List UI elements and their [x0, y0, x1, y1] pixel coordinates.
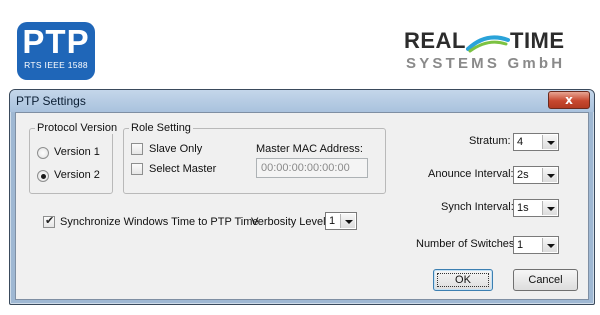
dialog-client-area: Protocol Version Version 1 Version 2 Rol… — [15, 112, 589, 300]
slave-only-checkbox[interactable] — [131, 143, 143, 155]
protocol-version-title: Protocol Version — [35, 122, 120, 134]
stratum-value: 4 — [517, 136, 524, 148]
version-2-label: Version 2 — [54, 169, 100, 181]
chevron-down-icon — [340, 214, 355, 228]
chevron-down-icon — [542, 201, 557, 215]
announce-interval-label: Anounce Interval: — [428, 168, 514, 180]
rts-logo-subtitle: SYSTEMS GmbH — [406, 55, 566, 72]
sync-windows-time-checkbox[interactable] — [43, 214, 55, 228]
close-icon: x — [565, 93, 573, 107]
rts-logo-word-time: TIME — [510, 28, 565, 53]
verbosity-level-value: 1 — [329, 215, 336, 227]
number-of-switches-value: 1 — [517, 239, 524, 251]
number-of-switches-label: Number of Switches: — [416, 238, 518, 250]
slave-only-label: Slave Only — [149, 143, 203, 155]
title-bar[interactable]: PTP Settings x — [10, 90, 594, 112]
version-2-radio[interactable] — [37, 170, 49, 182]
verbosity-level-label: Verbosity Level: — [251, 216, 329, 228]
protocol-version-group: Protocol Version — [29, 122, 120, 194]
verbosity-level-select[interactable]: 1 — [325, 212, 357, 230]
select-master-checkbox[interactable] — [131, 163, 143, 175]
sync-windows-time-label: Synchronize Windows Time to PTP Time — [60, 216, 259, 228]
ok-button-label: OK — [455, 274, 471, 286]
version-1-radio[interactable] — [37, 147, 49, 159]
window-title: PTP Settings — [16, 94, 86, 108]
master-mac-label: Master MAC Address: — [256, 143, 363, 155]
stratum-label: Stratum: — [469, 135, 511, 147]
number-of-switches-select[interactable]: 1 — [513, 236, 559, 254]
synch-interval-value: 1s — [517, 202, 529, 214]
chevron-down-icon — [542, 168, 557, 182]
synch-interval-label: Synch Interval: — [441, 201, 514, 213]
chevron-down-icon — [542, 238, 557, 252]
ptp-settings-window: PTP Settings x Protocol Version Version … — [9, 89, 595, 305]
ptp-logo-subtext: RTS IEEE 1588 — [24, 60, 88, 70]
announce-interval-value: 2s — [517, 169, 529, 181]
master-mac-input[interactable]: 00:00:00:00:00:00 — [256, 158, 368, 178]
cancel-button-label: Cancel — [528, 274, 563, 286]
stratum-select[interactable]: 4 — [513, 133, 559, 151]
announce-interval-select[interactable]: 2s — [513, 166, 559, 184]
swoosh-icon — [466, 35, 510, 53]
chevron-down-icon — [542, 135, 557, 149]
select-master-label: Select Master — [149, 163, 217, 175]
rts-logo-word-real: REAL — [404, 28, 466, 53]
ptp-logo-text: PTP — [22, 23, 90, 60]
realtime-systems-logo: REAL TIME SYSTEMS GmbH — [404, 28, 582, 78]
cancel-button[interactable]: Cancel — [513, 269, 578, 291]
version-1-label: Version 1 — [54, 146, 100, 158]
role-setting-title: Role Setting — [129, 122, 193, 134]
ptp-logo: PTP RTS IEEE 1588 — [17, 22, 95, 80]
synch-interval-select[interactable]: 1s — [513, 199, 559, 217]
close-button[interactable]: x — [548, 91, 590, 109]
ok-button[interactable]: OK — [433, 269, 493, 291]
